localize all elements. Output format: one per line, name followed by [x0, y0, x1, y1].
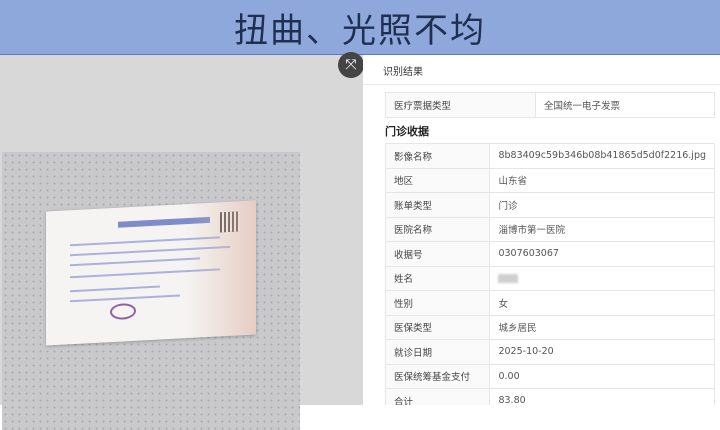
table-row: 医疗票据类型 全国统一电子发票 [385, 92, 715, 118]
receipt-document-image [46, 200, 256, 346]
receipt-fields-table: 影像名称 8b83409c59b346b08b41865d5d0f2216.jp… [384, 143, 715, 405]
field-value-redacted [489, 265, 715, 291]
table-row: 医保统筹基金支付 0.00 [384, 363, 715, 389]
field-value: 淄博市第一医院 [489, 216, 715, 242]
field-value: 83.80 [489, 388, 715, 405]
panel-header: 识别结果 [363, 55, 720, 85]
table-row: 合计 83.80 [384, 388, 715, 405]
receipt-photo [2, 152, 300, 430]
table-row: 姓名 [384, 265, 715, 291]
field-label: 合计 [384, 388, 491, 405]
field-label: 账单类型 [384, 192, 491, 218]
banner-title: 扭曲、光照不均 [234, 10, 486, 51]
field-value: 0307603067 [489, 241, 715, 267]
panel-title: 识别结果 [383, 67, 423, 78]
field-label: 性别 [384, 290, 491, 316]
field-value: 城乡居民 [489, 314, 715, 340]
table-row: 医保类型 城乡居民 [384, 314, 715, 340]
image-preview-panel [0, 55, 363, 430]
table-row: 地区 山东省 [384, 167, 715, 193]
field-label: 医疗票据类型 [385, 92, 536, 118]
field-label: 地区 [384, 167, 491, 193]
field-value: 2025-10-20 [489, 339, 715, 365]
field-label: 就诊日期 [384, 339, 491, 365]
banner: 扭曲、光照不均 [0, 0, 720, 55]
section-title: 门诊收据 [385, 125, 429, 138]
recognition-result-panel: 识别结果 医疗票据类型 全国统一电子发票 门诊收据 影像名称 8b83409c5… [363, 55, 720, 405]
field-value: 全国统一电子发票 [535, 92, 715, 118]
close-icon: ⤧ [345, 57, 357, 73]
table-row: 性别 女 [384, 290, 715, 316]
table-row: 收据号 0307603067 [384, 241, 715, 267]
table-row: 账单类型 门诊 [384, 192, 715, 218]
field-value: 门诊 [489, 192, 715, 218]
field-label: 医院名称 [384, 216, 491, 242]
field-label: 医保类型 [384, 314, 491, 340]
field-value: 山东省 [489, 167, 715, 193]
field-value: 女 [489, 290, 715, 316]
field-value: 0.00 [489, 363, 715, 389]
field-value: 8b83409c59b346b08b41865d5d0f2216.jpg [489, 143, 715, 169]
field-label: 影像名称 [384, 143, 491, 169]
close-button[interactable]: ⤧ [338, 52, 364, 78]
table-row: 就诊日期 2025-10-20 [384, 339, 715, 365]
field-label: 收据号 [384, 241, 491, 267]
table-row: 影像名称 8b83409c59b346b08b41865d5d0f2216.jp… [384, 143, 715, 169]
field-label: 姓名 [384, 265, 491, 291]
ticket-type-table: 医疗票据类型 全国统一电子发票 [385, 92, 715, 118]
redacted-name [498, 273, 519, 283]
field-label: 医保统筹基金支付 [384, 363, 491, 389]
table-row: 医院名称 淄博市第一医院 [384, 216, 715, 242]
